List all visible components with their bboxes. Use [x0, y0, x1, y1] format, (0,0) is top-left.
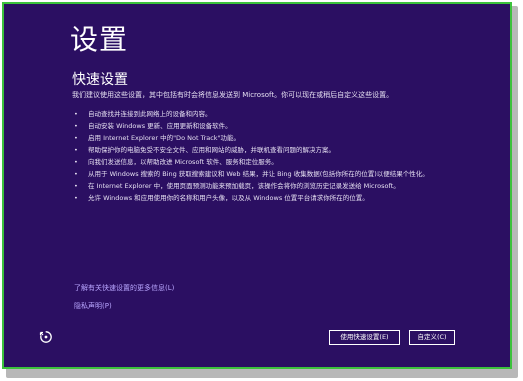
list-item-text: 帮助保护你的电脑免受不安全文件、应用和网站的威胁，并联机查看问题的解决方案。 [88, 146, 335, 154]
list-item: • 自动查找并连接到此网络上的设备和内容。 [74, 110, 454, 119]
list-item-text: 自动查找并连接到此网络上的设备和内容。 [88, 110, 212, 118]
bullet-icon: • [74, 110, 78, 118]
page-title: 设置 [70, 23, 129, 56]
customize-button[interactable]: 自定义(C) [409, 330, 455, 345]
use-express-settings-button[interactable]: 使用快速设置(E) [329, 330, 400, 345]
list-item: • 自动安装 Windows 更新、应用更新和设备软件。 [74, 122, 454, 131]
list-item-text: 启用 Internet Explorer 中的"Do Not Track"功能。 [88, 134, 241, 142]
ease-of-access-icon[interactable] [38, 329, 54, 345]
setup-screen: 设置 快速设置 我们建议使用这些设置，其中包括有时会将信息发送到 Microso… [2, 2, 512, 369]
learn-more-link[interactable]: 了解有关快速设置的更多信息(L) [74, 283, 174, 293]
list-item-text: 在 Internet Explorer 中，使用页面预测功能来预加载页，该操作会… [88, 182, 400, 190]
list-item-text: 允许 Windows 和应用使用你的名称和用户头像，以及从 Windows 位置… [88, 194, 369, 202]
bullet-icon: • [74, 170, 78, 178]
bullet-icon: • [74, 194, 78, 202]
intro-text: 我们建议使用这些设置，其中包括有时会将信息发送到 Microsoft。你可以现在… [72, 91, 394, 99]
list-item: • 启用 Internet Explorer 中的"Do Not Track"功能… [74, 134, 454, 143]
settings-list: • 自动查找并连接到此网络上的设备和内容。 • 自动安装 Windows 更新、应用… [74, 110, 454, 206]
list-item-text: 自动安装 Windows 更新、应用更新和设备软件。 [88, 122, 232, 130]
list-item: • 允许 Windows 和应用使用你的名称和用户头像，以及从 Windows 位… [74, 194, 454, 203]
bullet-icon: • [74, 134, 78, 142]
list-item-text: 向我们发送信息，以帮助改进 Microsoft 软件、服务和定位服务。 [88, 158, 278, 166]
bullet-icon: • [74, 146, 78, 154]
list-item: • 在 Internet Explorer 中，使用页面预测功能来预加载页，该操作… [74, 182, 454, 191]
privacy-statement-link[interactable]: 隐私声明(P) [74, 301, 112, 311]
bullet-icon: • [74, 122, 78, 130]
list-item-text: 从用于 Windows 搜索的 Bing 获取搜索建议和 Web 结果，并让 B… [88, 170, 429, 178]
list-item: • 向我们发送信息，以帮助改进 Microsoft 软件、服务和定位服务。 [74, 158, 454, 167]
list-item: • 从用于 Windows 搜索的 Bing 获取搜索建议和 Web 结果，并让 … [74, 170, 454, 179]
bullet-icon: • [74, 158, 78, 166]
list-item: • 帮助保护你的电脑免受不安全文件、应用和网站的威胁，并联机查看问题的解决方案。 [74, 146, 454, 155]
section-title: 快速设置 [72, 72, 128, 88]
bullet-icon: • [74, 182, 78, 190]
